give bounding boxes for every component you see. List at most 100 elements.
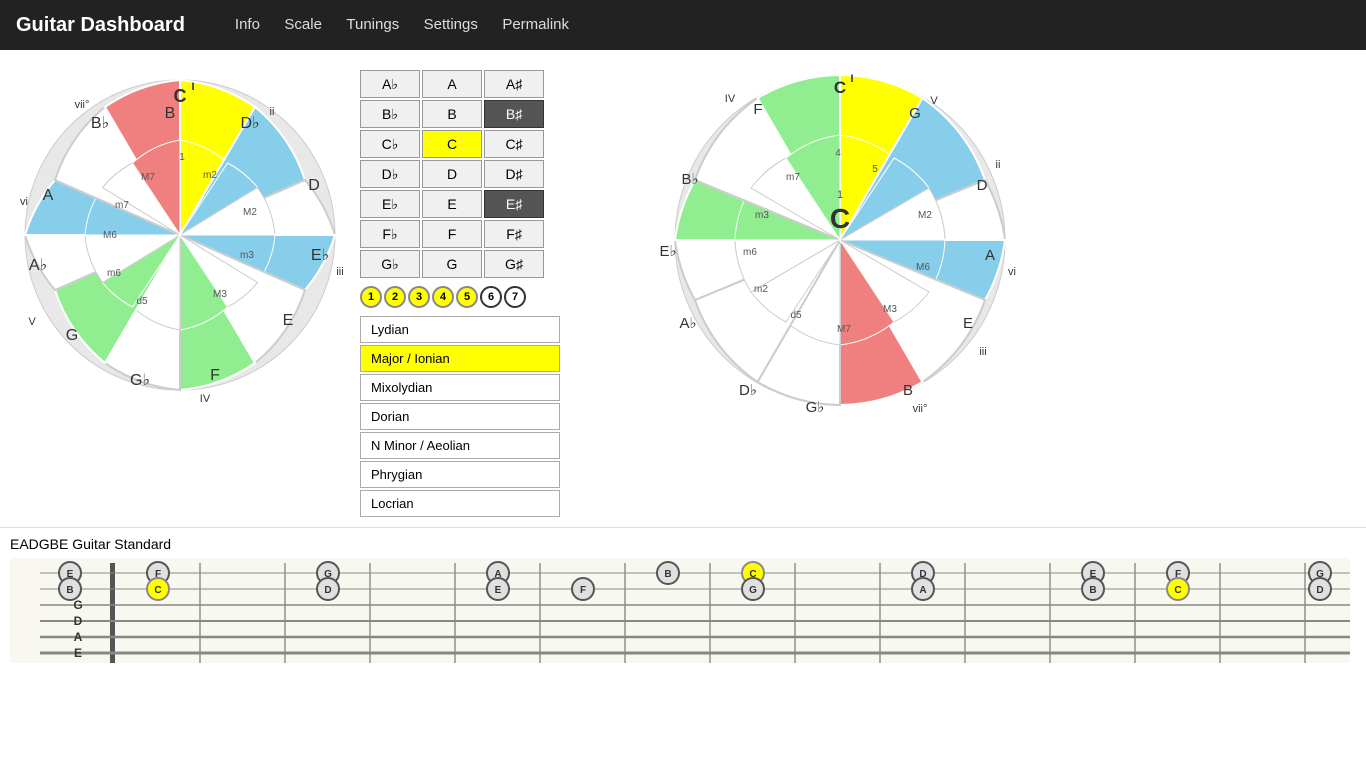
svg-text:4: 4 <box>835 148 841 159</box>
note-cell[interactable]: A♭ <box>360 70 420 98</box>
note-cell[interactable]: G♯ <box>484 250 544 278</box>
note-cell[interactable]: F♯ <box>484 220 544 248</box>
svg-text:M2: M2 <box>243 207 257 218</box>
svg-text:A: A <box>919 585 926 596</box>
svg-text:A: A <box>985 247 995 264</box>
degree-7[interactable]: 7 <box>504 286 526 308</box>
fretboard-section: EADGBE Guitar Standard <box>0 527 1366 671</box>
note-cell[interactable]: B♯ <box>484 100 544 128</box>
note-cell[interactable]: D♭ <box>360 160 420 188</box>
svg-text:m2: m2 <box>203 170 217 181</box>
svg-text:d5: d5 <box>136 296 148 307</box>
svg-text:1: 1 <box>837 189 843 201</box>
svg-text:m2: m2 <box>754 284 768 295</box>
svg-text:D: D <box>324 585 331 596</box>
svg-text:M2: M2 <box>918 210 932 221</box>
svg-text:M7: M7 <box>837 324 851 335</box>
note-cell[interactable]: F <box>422 220 482 248</box>
svg-text:B: B <box>66 585 73 596</box>
degree-circles: 1 2 3 4 5 6 7 <box>360 286 560 308</box>
degree-2[interactable]: 2 <box>384 286 406 308</box>
note-cell[interactable]: B♭ <box>360 100 420 128</box>
note-cell[interactable]: E♯ <box>484 190 544 218</box>
svg-text:vii°: vii° <box>75 99 90 111</box>
note-cell[interactable]: G <box>422 250 482 278</box>
svg-text:E: E <box>495 585 502 596</box>
svg-text:m7: m7 <box>115 200 129 211</box>
svg-text:C: C <box>834 78 846 97</box>
svg-text:G: G <box>66 327 78 344</box>
mode-aeolian[interactable]: N Minor / Aeolian <box>360 432 560 459</box>
nav-tunings[interactable]: Tunings <box>346 16 399 33</box>
svg-text:M6: M6 <box>103 230 117 241</box>
svg-text:iii: iii <box>336 266 343 278</box>
svg-text:m6: m6 <box>743 247 757 258</box>
mode-locrian[interactable]: Locrian <box>360 490 560 517</box>
nav: Info Scale Tunings Settings Permalink <box>235 16 569 34</box>
mode-lydian[interactable]: Lydian <box>360 316 560 343</box>
svg-text:m6: m6 <box>107 268 121 279</box>
app-title: Guitar Dashboard <box>16 14 185 37</box>
svg-text:C: C <box>174 86 187 106</box>
mode-phrygian[interactable]: Phrygian <box>360 461 560 488</box>
svg-text:ii: ii <box>996 159 1001 171</box>
note-cell[interactable]: C♭ <box>360 130 420 158</box>
svg-text:vii°: vii° <box>913 403 928 415</box>
svg-text:B♭: B♭ <box>91 115 109 132</box>
svg-text:m3: m3 <box>240 250 254 261</box>
svg-text:IV: IV <box>200 393 211 405</box>
note-cell[interactable]: D♯ <box>484 160 544 188</box>
note-cell[interactable]: F♭ <box>360 220 420 248</box>
fretboard-label: EADGBE Guitar Standard <box>10 536 1356 552</box>
note-cell[interactable]: B <box>422 100 482 128</box>
note-cell[interactable]: A♯ <box>484 70 544 98</box>
svg-text:B: B <box>664 569 671 580</box>
svg-text:IV: IV <box>725 93 736 105</box>
nav-info[interactable]: Info <box>235 16 260 33</box>
svg-text:V: V <box>28 316 36 328</box>
svg-text:D: D <box>977 177 988 194</box>
chromatic-wheel: Chromatic <box>10 60 350 400</box>
svg-text:d5: d5 <box>790 310 802 321</box>
nav-settings[interactable]: Settings <box>424 16 478 33</box>
svg-text:5: 5 <box>872 164 878 175</box>
header: Guitar Dashboard Info Scale Tunings Sett… <box>0 0 1366 50</box>
mode-mixolydian[interactable]: Mixolydian <box>360 374 560 401</box>
note-cell[interactable]: E <box>422 190 482 218</box>
degree-6[interactable]: 6 <box>480 286 502 308</box>
mode-major[interactable]: Major / Ionian <box>360 345 560 372</box>
degree-4[interactable]: 4 <box>432 286 454 308</box>
svg-text:M6: M6 <box>916 262 930 273</box>
svg-text:G: G <box>73 598 82 612</box>
svg-text:G: G <box>749 585 757 596</box>
svg-text:F: F <box>753 101 762 118</box>
note-cell[interactable]: G♭ <box>360 250 420 278</box>
svg-text:vi: vi <box>1008 266 1016 278</box>
note-cell[interactable]: D <box>422 160 482 188</box>
svg-text:B: B <box>165 105 176 122</box>
degree-3[interactable]: 3 <box>408 286 430 308</box>
svg-text:vi: vi <box>20 196 28 208</box>
note-cell[interactable]: A <box>422 70 482 98</box>
mode-dorian[interactable]: Dorian <box>360 403 560 430</box>
degree-1[interactable]: 1 <box>360 286 382 308</box>
nav-permalink[interactable]: Permalink <box>502 16 569 33</box>
note-cell[interactable]: C <box>422 130 482 158</box>
svg-text:B: B <box>1089 585 1096 596</box>
svg-text:A: A <box>74 630 83 644</box>
svg-text:A♭: A♭ <box>679 315 696 332</box>
svg-text:A: A <box>43 187 54 204</box>
svg-text:D: D <box>74 614 83 628</box>
note-grid[interactable]: A♭ A A♯ B♭ B B♯ C♭ C C♯ D♭ D D♯ E♭ E E♯ … <box>360 70 560 278</box>
svg-text:1: 1 <box>179 152 185 163</box>
nav-scale[interactable]: Scale <box>284 16 322 33</box>
svg-text:D: D <box>1316 585 1323 596</box>
svg-text:C: C <box>830 203 850 234</box>
svg-text:A♭: A♭ <box>29 257 47 274</box>
degree-5[interactable]: 5 <box>456 286 478 308</box>
note-cell[interactable]: E♭ <box>360 190 420 218</box>
svg-text:M3: M3 <box>883 304 897 315</box>
svg-text:B: B <box>903 382 913 399</box>
svg-text:I: I <box>850 73 853 85</box>
note-cell[interactable]: C♯ <box>484 130 544 158</box>
